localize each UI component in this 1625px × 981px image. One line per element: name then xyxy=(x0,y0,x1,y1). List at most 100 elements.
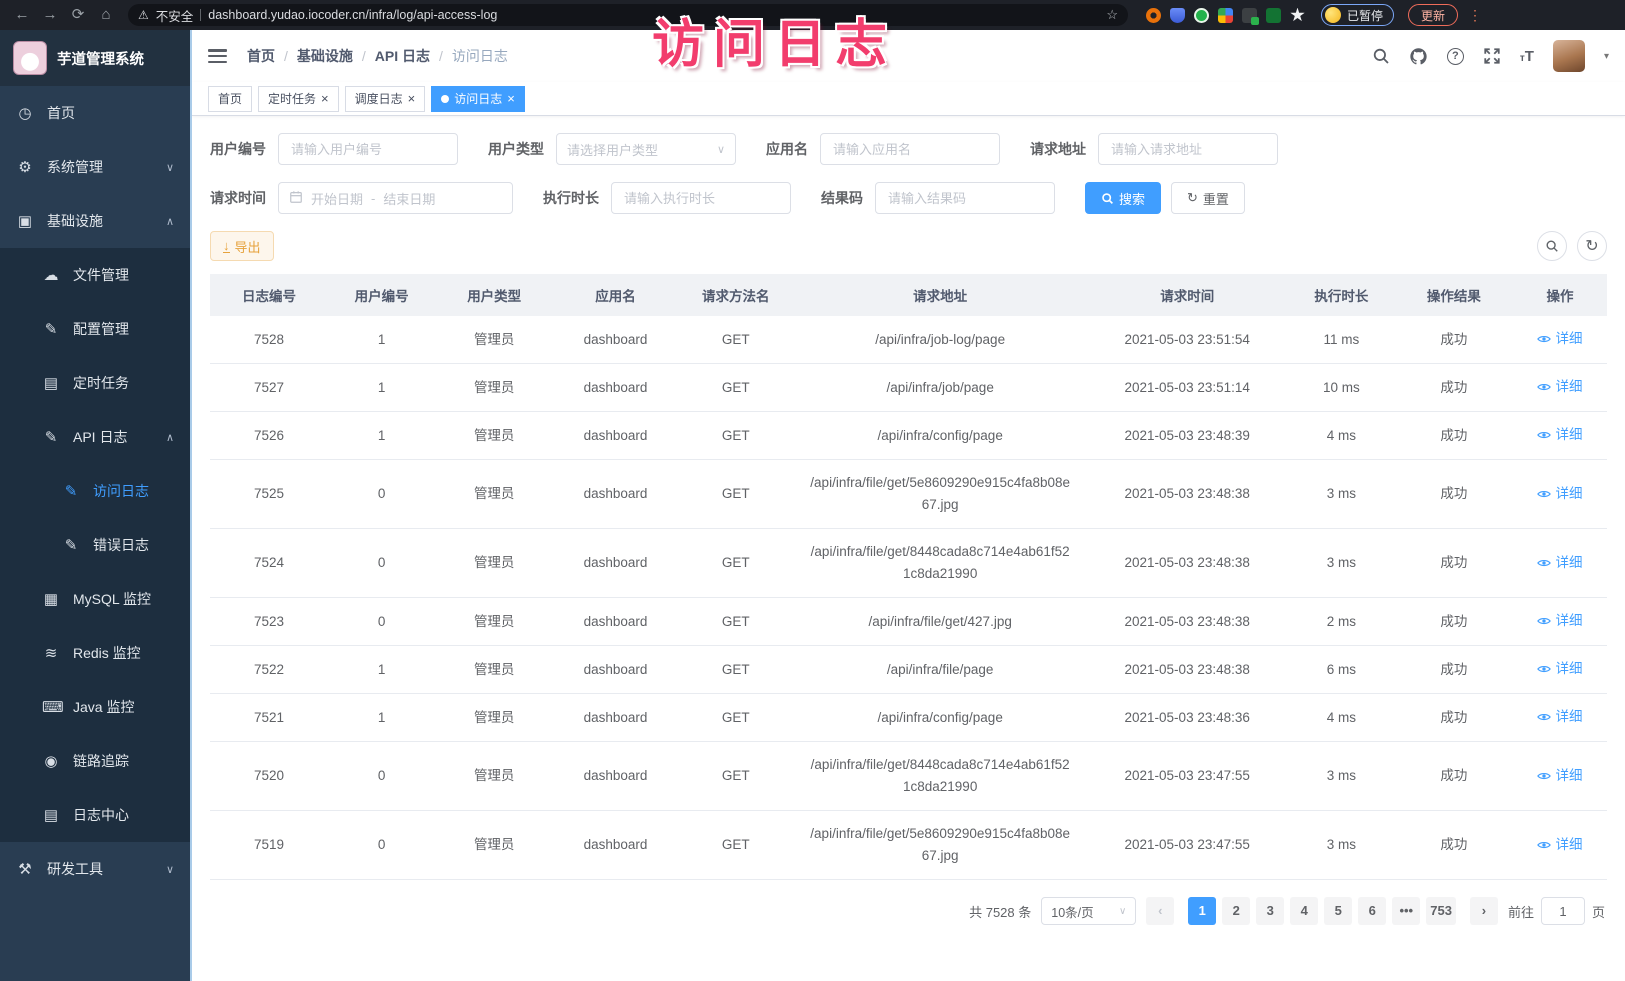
sidebar-item-config-management[interactable]: ✎ 配置管理 xyxy=(0,302,190,356)
sidebar-item-label: MySQL 监控 xyxy=(73,589,151,609)
request-url-input[interactable] xyxy=(1098,133,1278,165)
detail-link[interactable]: 详细 xyxy=(1537,328,1582,350)
close-icon[interactable]: × xyxy=(321,92,329,105)
sidebar-item-scheduled-tasks[interactable]: ▤ 定时任务 xyxy=(0,356,190,410)
profile-label: 已暂停 xyxy=(1347,7,1383,24)
page-button[interactable]: ••• xyxy=(1392,897,1420,925)
fullscreen-icon[interactable] xyxy=(1483,47,1501,65)
detail-link[interactable]: 详细 xyxy=(1537,376,1582,398)
export-button[interactable]: ↓ 导出 xyxy=(210,231,274,261)
next-page-button[interactable]: › xyxy=(1470,897,1498,925)
page-button[interactable]: 4 xyxy=(1290,897,1318,925)
sidebar-item-mysql-monitor[interactable]: ▦ MySQL 监控 xyxy=(0,572,190,626)
page-button[interactable]: 5 xyxy=(1324,897,1352,925)
address-bar[interactable]: ⚠ 不安全 dashboard.yudao.iocoder.cn/infra/l… xyxy=(128,4,1128,26)
tab-dispatch-log[interactable]: 调度日志 × xyxy=(345,86,426,112)
tab-scheduled-tasks[interactable]: 定时任务 × xyxy=(258,86,339,112)
font-size-icon[interactable]: тT xyxy=(1520,48,1534,65)
cell-duration: 4 ms xyxy=(1288,412,1395,460)
refresh-icon: ↻ xyxy=(1187,190,1198,206)
close-icon[interactable]: × xyxy=(408,92,416,105)
sidebar-item-system[interactable]: ⚙ 系统管理 ∨ xyxy=(0,140,190,194)
sidebar-item-log-center[interactable]: ▤ 日志中心 xyxy=(0,788,190,842)
duration-input[interactable] xyxy=(611,182,791,214)
extension-icon[interactable] xyxy=(1146,8,1161,23)
sidebar-item-access-log[interactable]: ✎ 访问日志 xyxy=(0,464,190,518)
toggle-search-button[interactable] xyxy=(1537,231,1567,261)
cell-result: 成功 xyxy=(1395,811,1513,880)
sidebar-item-trace[interactable]: ◉ 链路追踪 xyxy=(0,734,190,788)
sidebar-item-infrastructure[interactable]: ▣ 基础设施 ∧ xyxy=(0,194,190,248)
breadcrumb-item[interactable]: 基础设施 xyxy=(297,46,353,66)
extension-icon[interactable] xyxy=(1242,8,1257,23)
forward-icon[interactable]: → xyxy=(38,0,62,30)
detail-link[interactable]: 详细 xyxy=(1537,706,1582,728)
detail-link[interactable]: 详细 xyxy=(1537,424,1582,446)
close-icon[interactable]: × xyxy=(507,92,515,105)
detail-link[interactable]: 详细 xyxy=(1537,552,1582,574)
home-icon[interactable]: ⌂ xyxy=(94,0,118,30)
page-size-select[interactable]: 10条/页 ∨ xyxy=(1041,897,1136,925)
search-button[interactable]: 搜索 xyxy=(1085,182,1161,214)
cell-request-time: 2021-05-03 23:47:55 xyxy=(1087,811,1288,880)
breadcrumb-item[interactable]: 首页 xyxy=(247,46,275,66)
cell-method: GET xyxy=(678,646,794,694)
sidebar-item-redis-monitor[interactable]: ≋ Redis 监控 xyxy=(0,626,190,680)
cell-log-id: 7524 xyxy=(210,529,328,598)
user-type-select[interactable]: 请选择用户类型 ∨ xyxy=(556,133,736,165)
reset-button[interactable]: ↻ 重置 xyxy=(1171,182,1245,214)
extension-icon[interactable] xyxy=(1170,8,1185,23)
refresh-table-button[interactable]: ↻ xyxy=(1577,231,1607,261)
detail-link[interactable]: 详细 xyxy=(1537,765,1582,787)
detail-link[interactable]: 详细 xyxy=(1537,610,1582,632)
extension-icon[interactable] xyxy=(1290,8,1305,23)
date-range-picker[interactable]: 开始日期 - 结束日期 xyxy=(278,182,513,214)
app-name-input[interactable] xyxy=(820,133,1000,165)
github-icon[interactable] xyxy=(1409,47,1428,66)
detail-link[interactable]: 详细 xyxy=(1537,834,1582,856)
sidebar-item-error-log[interactable]: ✎ 错误日志 xyxy=(0,518,190,572)
extension-icon[interactable] xyxy=(1266,8,1281,23)
sidebar-item-home[interactable]: ◷ 首页 xyxy=(0,86,190,140)
chevron-up-icon: ∧ xyxy=(166,431,174,444)
hamburger-icon[interactable] xyxy=(208,49,227,63)
browser-profile-chip[interactable]: 已暂停 xyxy=(1321,4,1394,26)
user-id-input[interactable] xyxy=(278,133,458,165)
prev-page-button[interactable]: ‹ xyxy=(1146,897,1174,925)
page-button[interactable]: 1 xyxy=(1188,897,1216,925)
goto-page-input[interactable] xyxy=(1541,897,1585,925)
sidebar-item-dev-tools[interactable]: ⚒ 研发工具 ∨ xyxy=(0,842,190,896)
page-button[interactable]: 3 xyxy=(1256,897,1284,925)
page-button[interactable]: 6 xyxy=(1358,897,1386,925)
caret-down-icon[interactable]: ▾ xyxy=(1604,51,1609,62)
sidebar-item-file-management[interactable]: ☁ 文件管理 xyxy=(0,248,190,302)
detail-link[interactable]: 详细 xyxy=(1537,658,1582,680)
app-title: 芋道管理系统 xyxy=(57,48,144,69)
cell-duration: 3 ms xyxy=(1288,460,1395,529)
cell-app-name: dashboard xyxy=(553,811,678,880)
cell-app-name: dashboard xyxy=(553,598,678,646)
extension-icon[interactable] xyxy=(1218,8,1233,23)
tab-home[interactable]: 首页 xyxy=(208,86,252,112)
help-icon[interactable]: ? xyxy=(1447,48,1464,65)
page-button[interactable]: 2 xyxy=(1222,897,1250,925)
table-row: 7523 0 管理员 dashboard GET /api/infra/file… xyxy=(210,598,1607,646)
tab-access-log[interactable]: 访问日志 × xyxy=(431,86,525,112)
reload-icon[interactable]: ⟳ xyxy=(66,0,90,30)
extension-icon[interactable] xyxy=(1194,8,1209,23)
search-icon[interactable] xyxy=(1372,47,1390,65)
browser-update-button[interactable]: 更新 xyxy=(1408,4,1458,26)
bookmark-icon[interactable]: ☆ xyxy=(1106,7,1118,23)
breadcrumb-separator: / xyxy=(439,48,443,64)
cell-request-url: /api/infra/file/get/5e8609290e915c4fa8b0… xyxy=(794,811,1087,880)
page-button[interactable]: 753 xyxy=(1426,897,1456,925)
sidebar-item-api-log[interactable]: ✎ API 日志 ∧ xyxy=(0,410,190,464)
result-code-input[interactable] xyxy=(875,182,1055,214)
breadcrumb-item[interactable]: API 日志 xyxy=(375,46,430,66)
detail-link[interactable]: 详细 xyxy=(1537,483,1582,505)
back-icon[interactable]: ← xyxy=(10,0,34,30)
sidebar-item-java-monitor[interactable]: ⌨ Java 监控 xyxy=(0,680,190,734)
table-row: 7526 1 管理员 dashboard GET /api/infra/conf… xyxy=(210,412,1607,460)
avatar[interactable] xyxy=(1553,40,1585,72)
browser-menu-icon[interactable]: ⋮ xyxy=(1468,7,1483,24)
